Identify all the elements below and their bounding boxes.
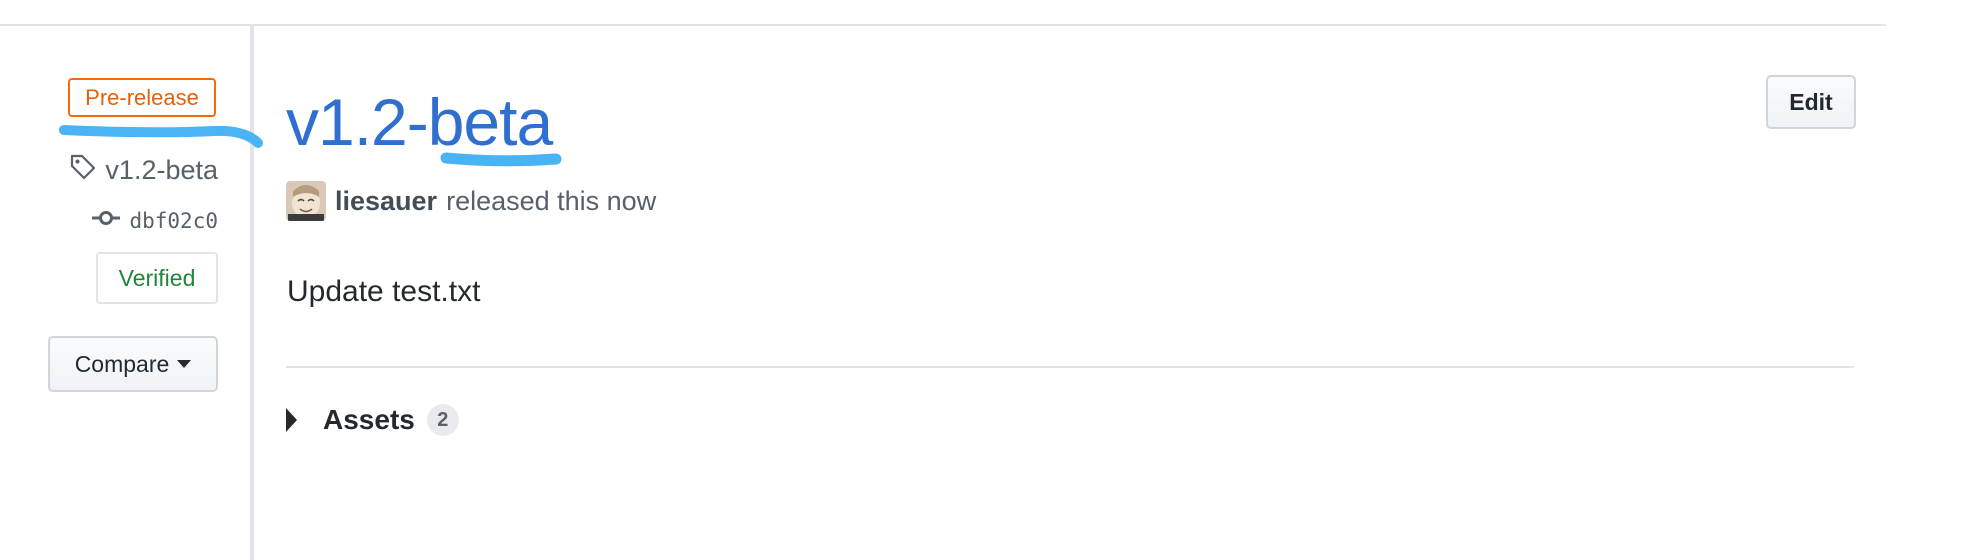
compare-button[interactable]: Compare <box>48 336 218 392</box>
commit-sha: dbf02c0 <box>129 208 218 233</box>
assets-label: Assets <box>323 404 415 435</box>
tag-name: v1.2-beta <box>105 155 218 185</box>
tag-icon <box>69 153 97 188</box>
prerelease-underline-stroke <box>59 125 263 148</box>
compare-label: Compare <box>74 350 170 377</box>
release-title[interactable]: v1.2-beta <box>286 82 553 162</box>
edit-button[interactable]: Edit <box>1766 75 1856 129</box>
commit-link[interactable]: dbf02c0 <box>91 208 218 233</box>
release-byline: liesauer released this now <box>286 181 656 221</box>
author-link[interactable]: liesauer <box>335 186 437 217</box>
git-commit-icon <box>91 208 121 233</box>
sidebar-divider <box>250 26 254 560</box>
avatar[interactable] <box>286 181 326 221</box>
caret-down-icon <box>177 360 192 368</box>
released-text: released this now <box>446 185 657 216</box>
release-notes: Update test.txt <box>287 275 481 308</box>
assets-toggle[interactable]: Assets 2 <box>286 404 459 436</box>
triangle-right-icon <box>286 408 297 432</box>
section-divider <box>286 366 1854 368</box>
assets-count-badge: 2 <box>426 404 459 436</box>
release-page: Pre-release v1.2-beta dbf02c0 Verified C… <box>0 0 1972 560</box>
prerelease-badge: Pre-release <box>68 78 216 117</box>
tag-link[interactable]: v1.2-beta <box>69 153 218 188</box>
verified-badge[interactable]: Verified <box>96 252 218 304</box>
top-divider <box>0 24 1886 26</box>
